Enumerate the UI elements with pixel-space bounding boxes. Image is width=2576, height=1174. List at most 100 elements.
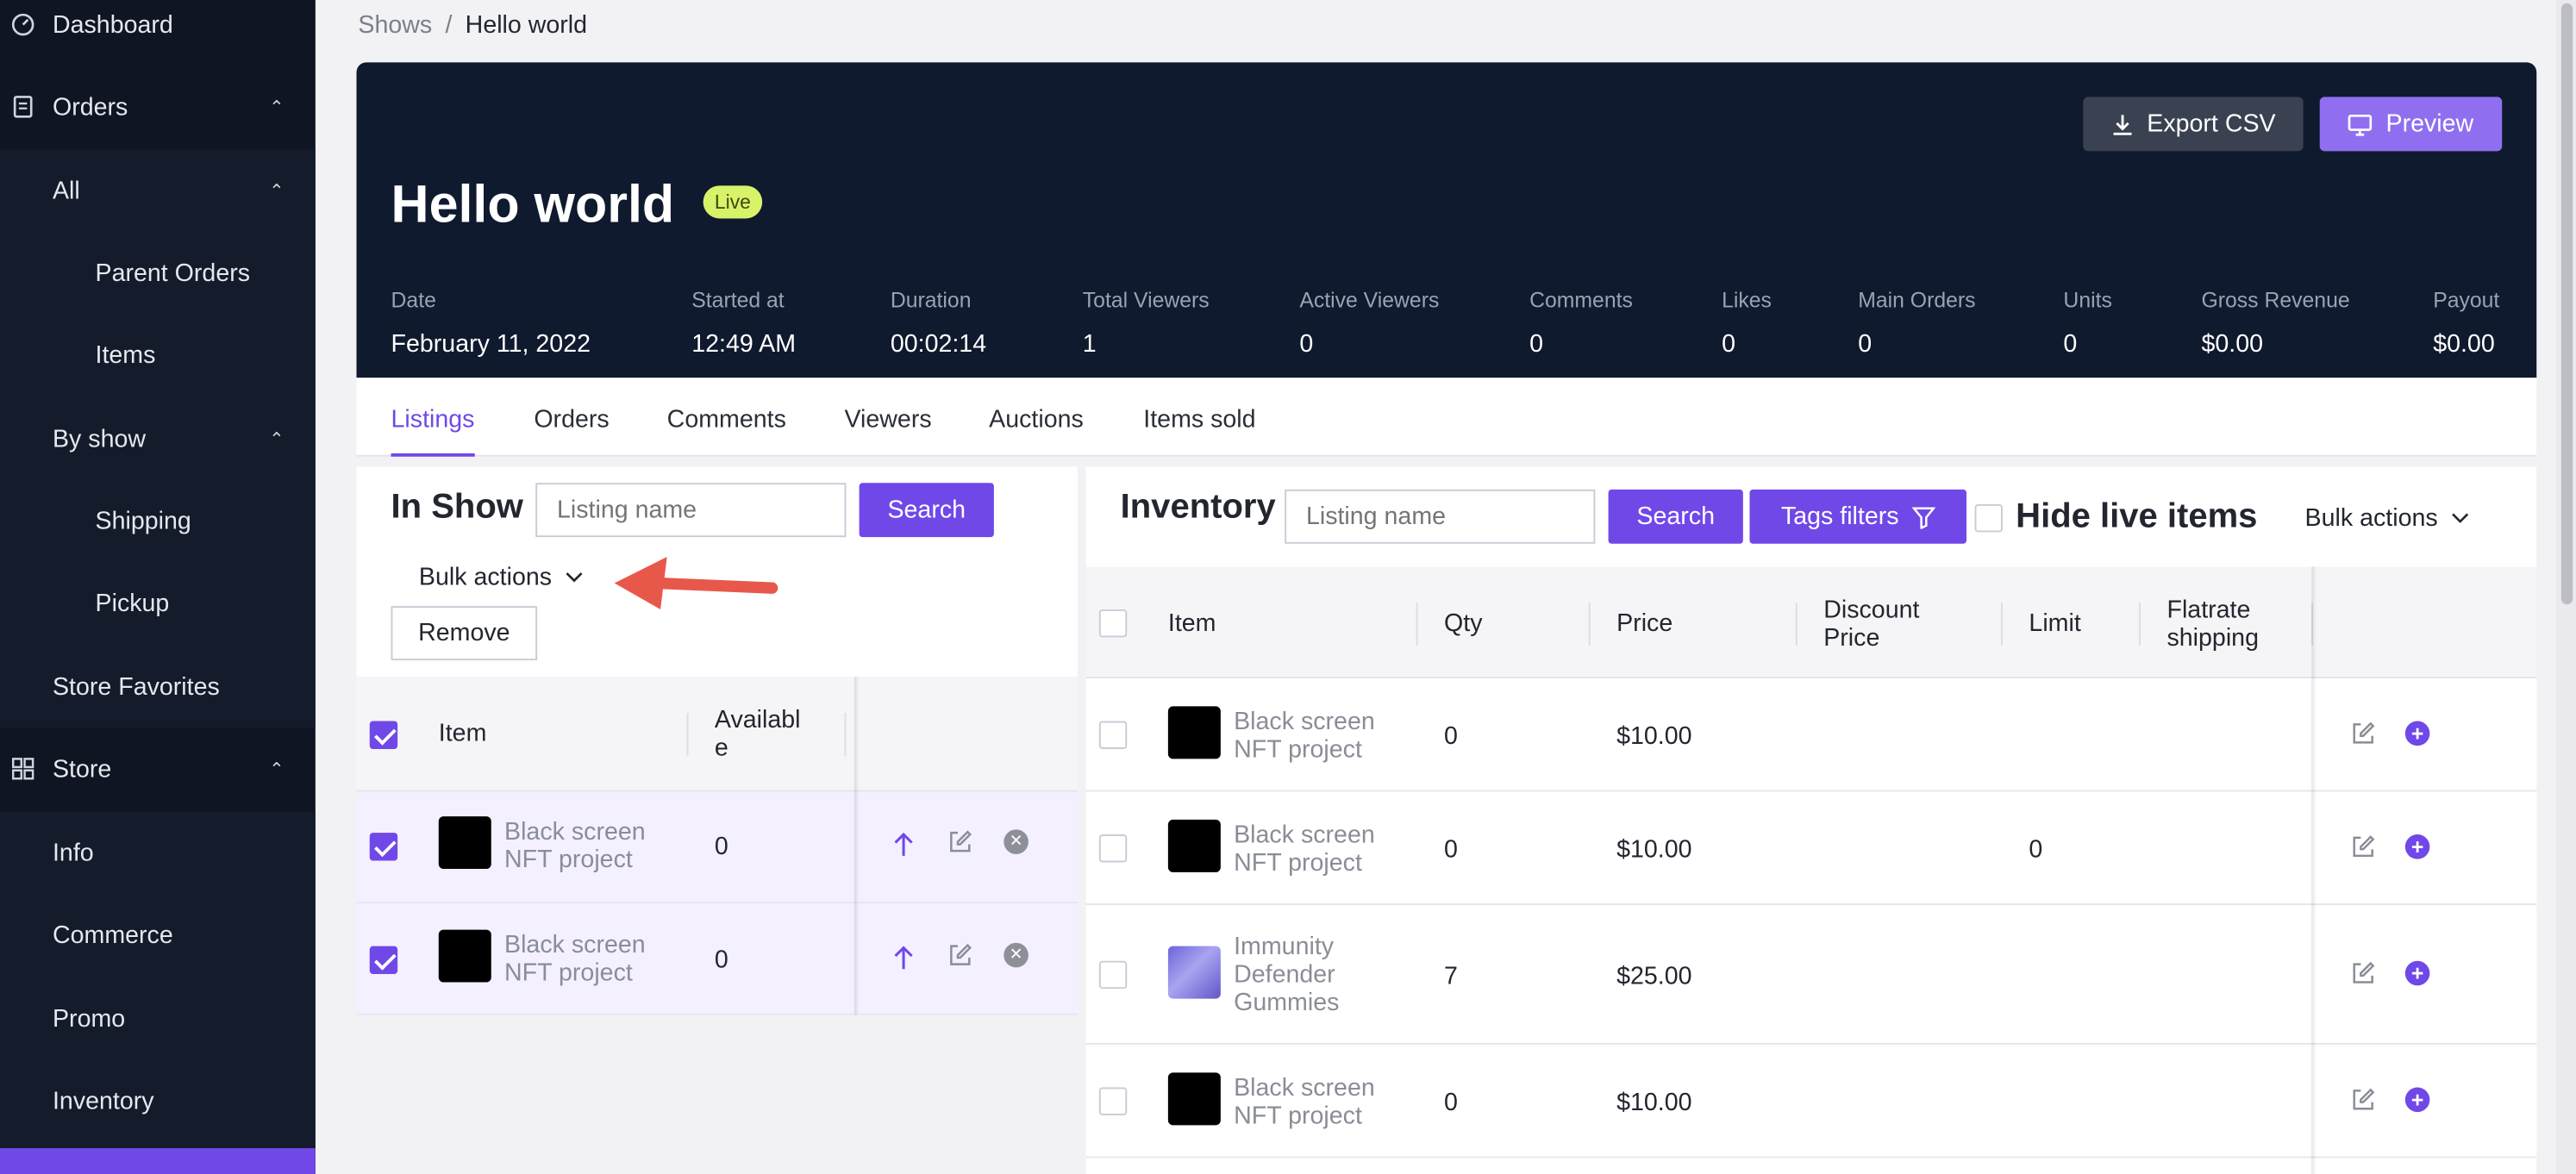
export-csv-button[interactable]: Export CSV [2083,97,2304,152]
row-checkbox[interactable] [1098,834,1128,863]
sidebar-item-label: Pickup [95,589,170,617]
stat-value: 0 [1722,330,1735,359]
item-name[interactable]: Black screen NFT project [1234,1074,1375,1130]
available-value: 0 [714,946,728,975]
column-divider [1588,603,1591,646]
sidebar-item-label: Store Favorites [52,672,220,701]
tab-bar: Listings Orders Comments Viewers Auction… [356,378,2537,457]
sidebar-item-by-show[interactable]: By show ⌃ [0,397,316,479]
tab-items-sold[interactable]: Items sold [1143,406,1255,434]
edit-icon[interactable] [2351,961,2376,986]
item-name[interactable]: Black screen NFT project [1234,821,1375,877]
sidebar-item-store[interactable]: Store ⌃ [0,728,316,809]
edit-icon[interactable] [2351,721,2376,746]
select-all-checkbox[interactable] [369,721,398,749]
stat-active-viewers: Active Viewers 0 [1299,287,1439,358]
table-row[interactable]: Black screen NFT project 0 $10.00 + [1085,1044,2537,1158]
select-all-checkbox[interactable] [1098,609,1128,638]
preview-button[interactable]: Preview [2319,97,2503,152]
table-row[interactable]: Black screen NFT project 0 ✕ [356,903,1079,1015]
table-row[interactable]: Black screen NFT project 0 ✕ [356,791,1079,904]
tab-comments[interactable]: Comments [667,406,786,434]
remove-icon[interactable]: ✕ [1004,829,1029,854]
table-row[interactable]: Immunity Defender Gummies 7 $25.00 + [1085,904,2537,1045]
qty-value: 0 [1444,1089,1458,1117]
tags-filters-button[interactable]: Tags filters [1749,489,1967,544]
stat-comments: Comments 0 [1529,287,1633,358]
sidebar-item-pickup[interactable]: Pickup [0,562,316,644]
sidebar-item-info[interactable]: Info [0,811,316,893]
remove-icon[interactable]: ✕ [1004,942,1029,968]
sidebar-item-parent-orders[interactable]: Parent Orders [0,232,316,314]
sidebar-item-promo[interactable]: Promo [0,977,316,1059]
inventory-bulk-actions-dropdown[interactable]: Bulk actions [2305,504,2469,532]
stat-payout: Payout $0.00 [2433,287,2499,358]
stat-label: Date [391,287,436,313]
sidebar-item-items[interactable]: Items [0,314,316,396]
move-up-icon[interactable] [892,831,916,857]
sidebar-item-label: Promo [52,1004,126,1033]
item-thumbnail [1167,1072,1221,1126]
sidebar-item-label: Inventory [52,1086,154,1115]
in-show-search-button[interactable]: Search [859,483,994,538]
sidebar-item-shipping[interactable]: Shipping [0,479,316,561]
sidebar-item-inventory[interactable]: Inventory [0,1059,316,1141]
show-header: Export CSV Preview Hello world Live Date… [356,62,2537,378]
table-row[interactable]: Black screen NFT project 0 $10.00 0 + [1085,791,2537,905]
stat-value: $0.00 [2433,330,2495,359]
tab-orders[interactable]: Orders [534,406,609,434]
item-name[interactable]: Black screen NFT project [1234,708,1375,764]
available-value: 0 [714,833,728,861]
in-show-bulk-actions-dropdown[interactable]: Bulk actions [419,564,583,591]
sidebar-item-store-favorites[interactable]: Store Favorites [0,646,316,728]
add-to-show-icon[interactable]: + [2404,834,2430,859]
row-checkbox[interactable] [1098,721,1128,749]
add-to-show-icon[interactable]: + [2404,1087,2430,1113]
sidebar: Dashboard Orders ⌃ All ⌃ Parent Orders I… [0,0,316,1174]
sidebar-item-label: Parent Orders [95,259,251,287]
item-name[interactable]: Black screen NFT project [504,818,646,874]
stat-label: Started at [691,287,785,313]
tab-viewers[interactable]: Viewers [844,406,931,434]
page-scrollbar-thumb[interactable] [2560,3,2573,605]
inventory-search-input[interactable] [1285,489,1596,544]
inventory-title: Inventory [1120,487,1276,526]
sidebar-item-label: Dashboard [52,10,173,39]
item-name[interactable]: Black screen NFT project [504,931,646,987]
grid-icon [12,758,34,780]
row-checkbox[interactable] [1098,1087,1128,1115]
move-up-icon[interactable] [892,945,916,971]
row-checkbox[interactable] [369,833,398,861]
edit-icon[interactable] [2351,834,2376,859]
hide-live-items-checkbox[interactable] [1974,504,2003,533]
column-header-item: Item [438,719,487,748]
edit-icon[interactable] [948,829,973,854]
preview-label: Preview [2385,109,2474,139]
sidebar-active-item[interactable] [0,1148,316,1174]
sidebar-item-label: Shipping [95,506,191,535]
price-value: $10.00 [1616,722,1692,751]
add-to-show-icon[interactable]: + [2404,721,2430,746]
add-to-show-icon[interactable]: + [2404,960,2430,986]
sidebar-item-commerce[interactable]: Commerce [0,894,316,976]
price-value: $10.00 [1616,1089,1692,1117]
in-show-search-input[interactable] [535,483,847,538]
stat-label: Main Orders [1858,287,1976,313]
sidebar-item-all[interactable]: All ⌃ [0,149,316,231]
stat-value: $0.00 [2201,330,2264,359]
tab-auctions[interactable]: Auctions [989,406,1084,434]
table-row[interactable]: Black screen NFT project 0 $10.00 + [1085,678,2537,792]
stat-value: 00:02:14 [890,330,987,359]
sidebar-item-dashboard[interactable]: Dashboard [0,0,316,66]
edit-icon[interactable] [948,943,973,968]
edit-icon[interactable] [2351,1088,2376,1113]
sidebar-item-orders[interactable]: Orders ⌃ [0,66,316,147]
remove-button[interactable]: Remove [391,606,538,661]
row-checkbox[interactable] [369,946,398,975]
breadcrumb-shows-link[interactable]: Shows [358,11,432,39]
inventory-search-button[interactable]: Search [1608,489,1743,544]
row-checkbox[interactable] [1098,960,1128,990]
item-thumbnail [1167,706,1221,759]
tab-listings[interactable]: Listings [391,406,474,457]
item-name[interactable]: Immunity Defender Gummies [1234,933,1339,1016]
